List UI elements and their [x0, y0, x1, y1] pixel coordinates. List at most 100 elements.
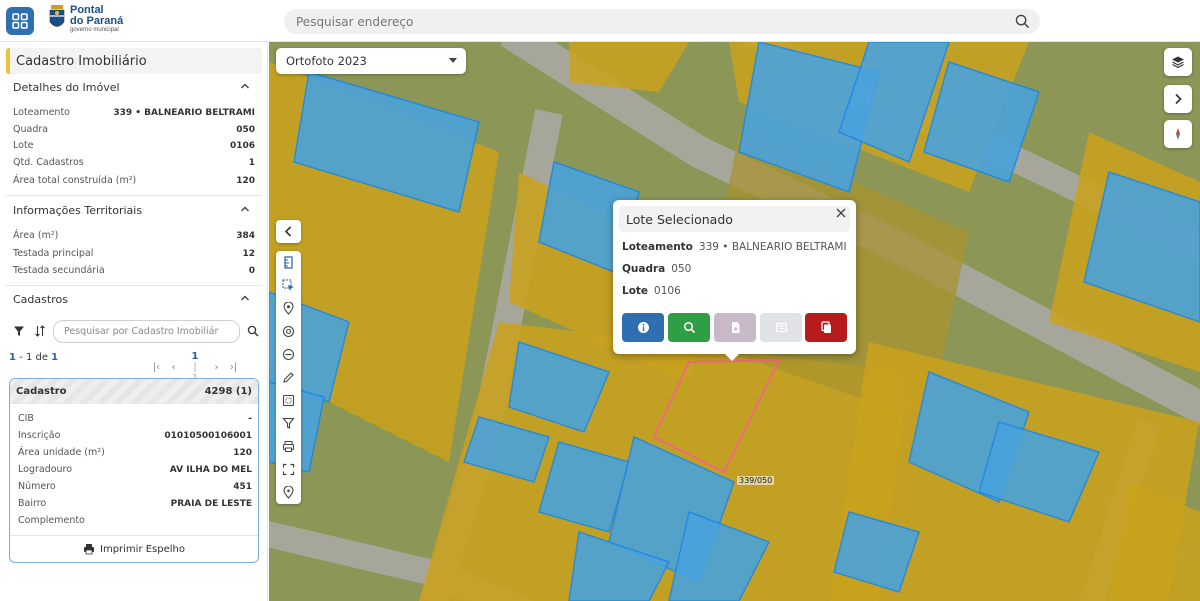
pencil-icon — [283, 372, 294, 383]
card-row-area-unidade: Área unidade (m²) 120 — [18, 445, 252, 460]
popup-label: Quadra — [622, 263, 666, 275]
card-row-logradouro: Logradouro AV ILHA DO MEL — [18, 462, 252, 477]
municipality-logo[interactable]: Pontal do Paraná governo municipal — [48, 4, 123, 34]
remove-tool-button[interactable] — [276, 343, 301, 366]
selected-lot-popup: Lote Selecionado Loteamento 339 • BALNEAR… — [613, 200, 856, 361]
first-page-icon[interactable]: |‹ — [148, 362, 165, 373]
section-title-cadastros: Cadastros — [13, 292, 68, 306]
ruler-icon — [284, 256, 293, 269]
search-icon[interactable] — [1015, 14, 1030, 29]
basemap-layer-value: Ortofoto 2023 — [286, 54, 367, 68]
chevron-up-icon[interactable] — [240, 293, 250, 303]
popup-row-quadra: Quadra 050 — [622, 263, 691, 275]
my-location-tool-button[interactable] — [276, 481, 301, 504]
card-value: PRAIA DE LESTE — [170, 498, 252, 509]
search-icon[interactable] — [247, 325, 259, 337]
page-number: 1 — [191, 351, 199, 362]
card-label: Bairro — [18, 498, 47, 509]
card-label: Logradouro — [18, 464, 73, 475]
cadastro-card[interactable]: Cadastro 4298 (1) CIB - Inscrição 01010500… — [9, 378, 259, 563]
map-pin-icon — [283, 302, 294, 315]
add-document-button[interactable] — [714, 313, 756, 342]
filter-tool-button[interactable] — [276, 412, 301, 435]
territorial-label: Área (m²) — [13, 230, 59, 241]
card-label: CIB — [18, 413, 34, 424]
card-label: Área unidade (m²) — [18, 447, 105, 458]
card-row-numero: Número 451 — [18, 479, 252, 494]
map-view[interactable]: 339/050 Ortofoto 2023 Lote Selecionado L… — [269, 42, 1200, 601]
edit-tool-button[interactable] — [276, 366, 301, 389]
card-label: Complemento — [18, 515, 85, 526]
territorial-label: Testada principal — [13, 248, 94, 259]
address-search — [284, 9, 1040, 34]
sidebar-title: Cadastro Imobiliário — [6, 48, 262, 74]
detail-label: Área total construída (m²) — [13, 175, 137, 186]
popup-value: 0106 — [654, 285, 681, 297]
last-page-icon[interactable]: ›| — [225, 362, 242, 373]
select-lot-tool-button[interactable] — [276, 274, 301, 297]
top-bar: Pontal do Paraná governo municipal — [0, 0, 1200, 42]
print-mirror-label: Imprimir Espelho — [100, 543, 185, 555]
report-button[interactable] — [760, 313, 802, 342]
prev-page-icon[interactable]: ‹ — [165, 362, 182, 373]
info-button[interactable] — [622, 313, 664, 342]
range-total: 1 — [51, 352, 59, 363]
street-view-tool-button[interactable] — [276, 320, 301, 343]
location-pin-tool-button[interactable] — [276, 297, 301, 320]
cadastro-card-title: Cadastro — [16, 386, 67, 397]
compass-button[interactable] — [1164, 120, 1192, 148]
basemap-layer-select[interactable]: Ortofoto 2023 — [276, 48, 466, 74]
grid-icon — [12, 13, 28, 29]
document-add-icon — [731, 322, 739, 333]
fullscreen-tool-button[interactable] — [276, 458, 301, 481]
card-row-complemento: Complemento — [18, 513, 252, 528]
next-page-icon[interactable]: › — [208, 362, 225, 373]
print-map-tool-button[interactable] — [276, 435, 301, 458]
cadastro-search-input[interactable] — [53, 320, 240, 343]
copy-icon — [820, 321, 831, 333]
card-value: - — [248, 413, 252, 424]
zoom-to-lot-button[interactable] — [668, 313, 710, 342]
popup-title: Lote Selecionado — [626, 211, 733, 227]
detail-value: 120 — [236, 175, 255, 186]
chevron-left-icon — [284, 226, 292, 237]
chevron-up-icon[interactable] — [240, 204, 250, 214]
layers-icon — [1172, 56, 1184, 69]
print-mirror-button[interactable]: Imprimir Espelho — [10, 535, 258, 562]
chevron-up-icon[interactable] — [240, 81, 250, 91]
pagination-summary: 1 - 1 de 1 — [9, 352, 58, 363]
parcel-label: 339/050 — [737, 476, 775, 485]
layers-button[interactable] — [1164, 48, 1192, 76]
map-tools-toolbar — [276, 220, 301, 243]
sort-icon[interactable] — [34, 325, 46, 337]
measure-tool-button[interactable] — [276, 251, 301, 274]
filter-icon[interactable] — [13, 325, 25, 337]
collapse-toolbar-button[interactable] — [276, 220, 301, 243]
card-value: 451 — [233, 481, 252, 492]
chevron-right-icon — [1175, 93, 1182, 105]
expand-panel-button[interactable] — [1164, 85, 1192, 113]
copy-button[interactable] — [805, 313, 847, 342]
detail-row-loteamento: Loteamento 339 • BALNEARIO BELTRAMI — [13, 105, 255, 120]
section-header-territorial[interactable]: Informações Territoriais — [0, 199, 268, 221]
area-select-tool-button[interactable] — [276, 389, 301, 412]
cadastro-card-header: Cadastro 4298 (1) — [10, 379, 258, 404]
coat-of-arms-icon — [49, 5, 65, 27]
popup-row-lote: Lote 0106 — [622, 285, 681, 297]
card-label: Número — [18, 481, 56, 492]
detail-label: Quadra — [13, 124, 49, 135]
card-value: 120 — [233, 447, 252, 458]
card-value: 01010500106001 — [164, 430, 252, 441]
divider — [6, 285, 262, 286]
range-start: 1 — [9, 352, 16, 363]
detail-label: Loteamento — [13, 107, 70, 118]
close-icon[interactable] — [836, 208, 846, 218]
info-icon — [637, 322, 649, 333]
detail-row-lote: Lote 0106 — [13, 138, 255, 153]
section-header-cadastros[interactable]: Cadastros — [0, 288, 268, 310]
detail-row-quadra: Quadra 050 — [13, 122, 255, 137]
section-header-details[interactable]: Detalhes do Imóvel — [0, 76, 268, 98]
detail-value: 1 — [248, 157, 255, 168]
address-search-input[interactable] — [284, 9, 984, 34]
apps-menu-button[interactable] — [6, 7, 34, 35]
